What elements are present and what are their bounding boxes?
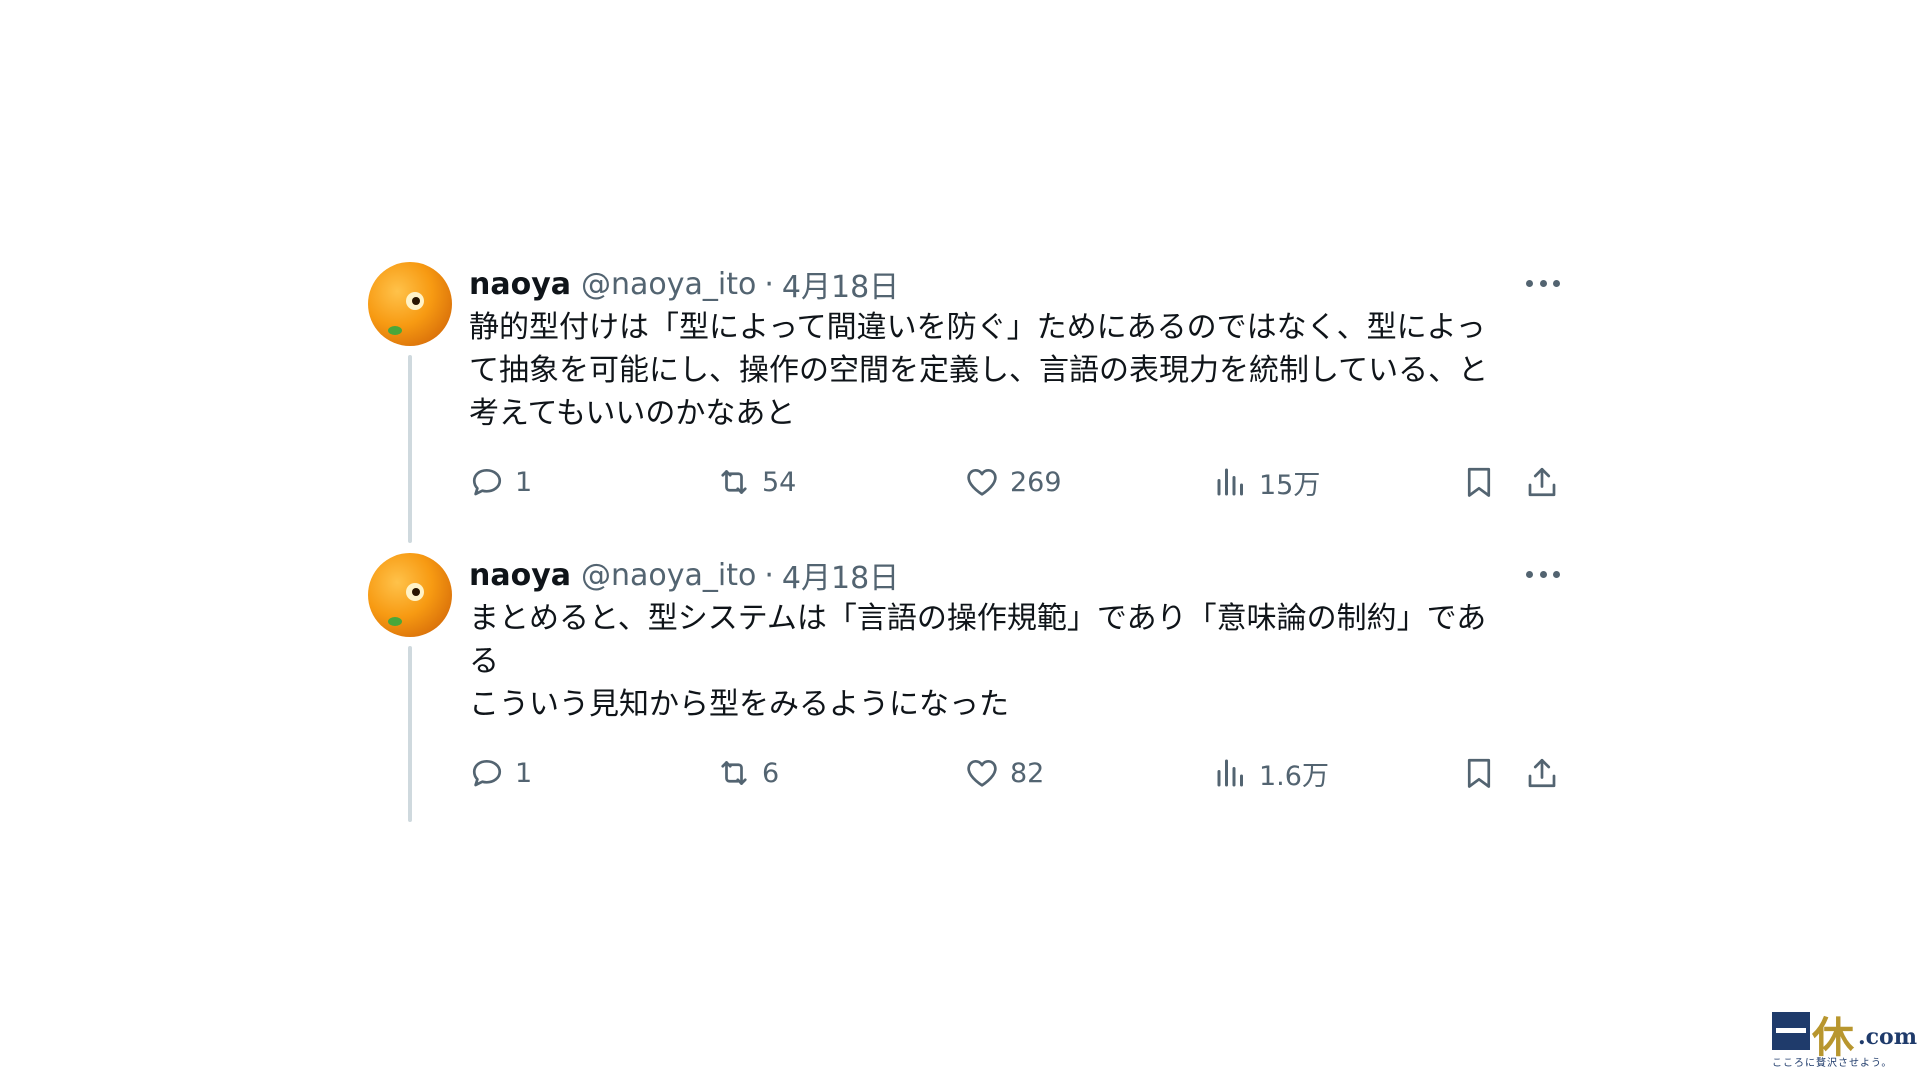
- more-dot: [1526, 570, 1533, 578]
- share-icon: [1528, 467, 1556, 497]
- avatar-pupil: [412, 297, 420, 305]
- tweet-actions: 1 54 269 15万: [469, 460, 1560, 504]
- view-count: 15万: [1259, 469, 1321, 501]
- thread-line: [408, 355, 412, 543]
- share-button[interactable]: [1524, 460, 1560, 504]
- avatar-leaf: [388, 326, 402, 335]
- reply-icon: [472, 759, 502, 787]
- display-name[interactable]: naoya: [469, 558, 571, 593]
- retweet-icon: [721, 470, 747, 494]
- like-button[interactable]: 269: [964, 460, 1062, 504]
- retweet-count: 54: [762, 466, 797, 498]
- more-dot: [1539, 570, 1547, 578]
- views-button[interactable]: 15万: [1213, 460, 1320, 504]
- logo-domain: .com: [1858, 1024, 1918, 1050]
- reply-count: 1: [515, 757, 533, 789]
- reply-count: 1: [515, 466, 533, 498]
- avatar[interactable]: [368, 553, 452, 637]
- heart-icon: [967, 468, 997, 496]
- retweet-icon: [721, 761, 747, 785]
- tweet-text: まとめると、型システムは「言語の操作規範」であり「意味論の制約」であ る こうい…: [469, 601, 1487, 722]
- tweet-text: 静的型付けは「型によって間違いを防ぐ」ためにあるのではなく、型によっ て抽象を可…: [469, 310, 1489, 431]
- tweet-header: naoya @naoya_ito · 4月18日: [469, 262, 1560, 306]
- avatar-pupil: [412, 588, 420, 596]
- display-name[interactable]: naoya: [469, 267, 571, 302]
- share-button[interactable]: [1524, 751, 1560, 795]
- avatar[interactable]: [368, 262, 452, 346]
- user-handle[interactable]: @naoya_ito: [581, 558, 756, 593]
- header-separator: ·: [764, 266, 774, 302]
- tweet-header: naoya @naoya_ito · 4月18日: [469, 553, 1560, 597]
- tweet-body: naoya @naoya_ito · 4月18日 静的型付けは「型によって間違い…: [469, 262, 1560, 501]
- retweet-button[interactable]: 6: [716, 751, 779, 795]
- share-icon: [1528, 758, 1556, 788]
- view-count: 1.6万: [1259, 760, 1329, 792]
- reply-button[interactable]: 1: [469, 751, 532, 795]
- tweet-body: naoya @naoya_ito · 4月18日 まとめると、型システムは「言語…: [469, 553, 1560, 792]
- more-dot: [1539, 279, 1547, 287]
- thread-line: [408, 646, 412, 822]
- views-chart-icon: [1217, 759, 1243, 787]
- bookmark-icon: [1467, 467, 1491, 497]
- more-dot: [1553, 570, 1560, 578]
- retweet-button[interactable]: 54: [716, 460, 796, 504]
- more-icon[interactable]: [1526, 268, 1560, 298]
- views-chart-icon: [1217, 468, 1243, 496]
- more-icon[interactable]: [1526, 559, 1560, 589]
- retweet-count: 6: [762, 757, 780, 789]
- screenshot-stage: naoya @naoya_ito · 4月18日 静的型付けは「型によって間違い…: [0, 0, 1920, 1080]
- bookmark-button[interactable]: [1461, 460, 1497, 504]
- like-button[interactable]: 82: [964, 751, 1044, 795]
- avatar-leaf: [388, 617, 402, 626]
- more-dot: [1553, 279, 1560, 287]
- tweet-date[interactable]: 4月18日: [782, 553, 899, 597]
- more-dot: [1526, 279, 1533, 287]
- like-count: 269: [1010, 466, 1062, 498]
- heart-icon: [967, 759, 997, 787]
- bookmark-icon: [1467, 758, 1491, 788]
- logo-tagline: こころに贅沢させよう。: [1772, 1058, 1893, 1069]
- watermark-logo: 休 .com こころに贅沢させよう。: [1772, 1008, 1917, 1070]
- reply-button[interactable]: 1: [469, 460, 532, 504]
- logo-mark: [1772, 1012, 1810, 1050]
- tweet-actions: 1 6 82 1.6万: [469, 751, 1560, 795]
- user-handle[interactable]: @naoya_ito: [581, 267, 756, 302]
- header-separator: ·: [764, 557, 774, 593]
- bookmark-button[interactable]: [1461, 751, 1497, 795]
- reply-icon: [472, 468, 502, 496]
- tweet-date[interactable]: 4月18日: [782, 262, 899, 306]
- like-count: 82: [1010, 757, 1045, 789]
- views-button[interactable]: 1.6万: [1213, 751, 1329, 795]
